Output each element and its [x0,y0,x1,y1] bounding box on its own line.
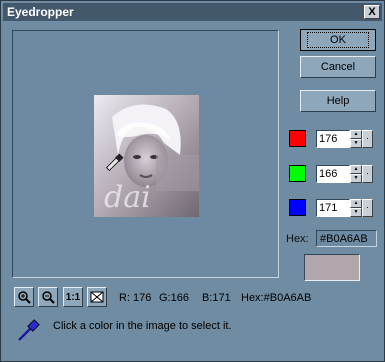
help-label: Help [326,95,350,107]
blue-swatch [289,199,306,216]
title-bar[interactable]: Eyedropper X [3,3,382,21]
readout-green: G:166 [159,292,189,304]
down-arrow-icon[interactable]: ▼ [350,139,362,148]
slider-popup-icon[interactable]: · [362,165,373,183]
up-arrow-icon[interactable]: ▲ [350,199,362,208]
blue-spinner[interactable]: 171 ▲ ▼ · [316,199,374,217]
green-value-input[interactable]: 166 [316,165,350,183]
instruction-text: Click a color in the image to select it. [53,320,232,332]
hex-label: Hex: [286,233,309,245]
actual-size-button[interactable]: 1:1 [63,287,83,307]
blue-value-input[interactable]: 171 [316,199,350,217]
red-swatch [289,130,306,147]
zoom-out-icon [42,291,55,304]
fit-window-button[interactable] [87,287,107,307]
red-value-input[interactable]: 176 [316,130,350,148]
down-arrow-icon[interactable]: ▼ [350,208,362,217]
close-button[interactable]: X [364,5,380,19]
eyedropper-icon [18,319,40,341]
fit-window-icon [90,291,104,303]
zoom-out-button[interactable] [38,287,58,307]
cancel-button[interactable]: Cancel [300,56,376,78]
preview-image[interactable]: dai [94,95,199,217]
ok-button[interactable]: OK [300,29,376,51]
green-spinner[interactable]: 166 ▲ ▼ · [316,165,374,183]
green-swatch [289,165,306,182]
hex-value-field: #B0A6AB [316,230,377,247]
up-arrow-icon[interactable]: ▲ [350,165,362,174]
readout-red: R: 176 [119,292,152,304]
cancel-label: Cancel [320,61,356,73]
red-spinner[interactable]: 176 ▲ ▼ · [316,130,374,148]
actual-size-label: 1:1 [65,291,81,303]
readout-blue: B:171 [202,292,231,304]
image-preview-panel[interactable]: dai [12,30,279,278]
selected-color-preview [304,254,360,281]
up-arrow-icon[interactable]: ▲ [350,130,362,139]
window-title: Eyedropper [7,5,74,19]
close-icon: X [368,5,376,18]
help-button[interactable]: Help [300,90,376,112]
down-arrow-icon[interactable]: ▼ [350,174,362,183]
ok-label: OK [307,32,369,48]
zoom-in-button[interactable] [14,287,34,307]
svg-text:dai: dai [104,180,151,215]
eyedropper-dialog: Eyedropper X dai OK Cancel Help 176 ▲ ▼ … [0,0,385,362]
zoom-in-icon [18,291,31,304]
slider-popup-icon[interactable]: · [362,199,373,217]
slider-popup-icon[interactable]: · [362,130,373,148]
readout-hex: Hex:#B0A6AB [241,292,312,304]
